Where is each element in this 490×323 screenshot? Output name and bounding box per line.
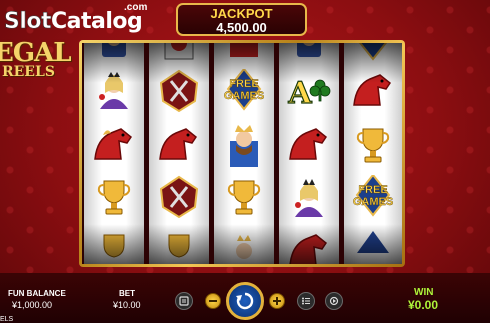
ace-symbol: A xyxy=(279,67,339,115)
logo-line2: REELS xyxy=(2,64,55,80)
reel-1 xyxy=(84,43,144,264)
free-games-symbol xyxy=(344,43,402,65)
fun-balance-label: FUN BALANCE xyxy=(8,289,66,298)
free-games-text-1: FREE xyxy=(229,78,258,90)
king-symbol xyxy=(84,43,144,65)
trophy-symbol xyxy=(84,173,144,221)
king-symbol xyxy=(214,121,274,169)
fun-balance-value: ¥1,000.00 xyxy=(12,300,53,310)
free-games-text-2: GAMES xyxy=(224,90,264,102)
reel-frame: FREE GAMES A FREE GAMES xyxy=(79,40,405,267)
autoplay-icon xyxy=(329,296,339,306)
reel-2 xyxy=(149,43,209,264)
plus-icon xyxy=(273,297,281,305)
jackpot-panel: JACKPOT 4,500.00 xyxy=(176,3,307,36)
autoplay-button[interactable] xyxy=(325,292,343,310)
win-value: ¥0.00 xyxy=(408,298,439,312)
horse-symbol xyxy=(279,227,339,264)
paytable-icon xyxy=(179,296,189,306)
minus-icon xyxy=(209,300,217,302)
trophy-symbol xyxy=(84,227,144,264)
trophy-symbol xyxy=(344,121,402,169)
king-symbol xyxy=(279,43,339,65)
free-games-text-2: GAMES xyxy=(353,196,393,208)
paytable-button[interactable] xyxy=(175,292,193,310)
control-bar: FUN BALANCE ¥1,000.00 BET ¥10.00 WIN ¥0.… xyxy=(0,273,490,323)
jackpot-label: JACKPOT xyxy=(210,6,273,21)
watermark-com: .com xyxy=(124,2,148,13)
free-games-symbol: FREE GAMES xyxy=(344,173,402,221)
jackpot-value: 4,500.00 xyxy=(216,20,267,35)
game-logo: EGAL REELS xyxy=(0,38,71,82)
watermark-slot: Slot xyxy=(4,9,52,35)
spin-icon xyxy=(236,292,254,310)
spin-button[interactable] xyxy=(226,282,264,320)
horse-symbol xyxy=(149,121,209,169)
horse-symbol xyxy=(84,121,144,169)
trophy-symbol xyxy=(149,227,209,264)
bet-value: ¥10.00 xyxy=(113,300,141,310)
footer-reels-text: ELS xyxy=(0,316,14,323)
ace-letter: A xyxy=(287,76,312,111)
menu-icon xyxy=(302,297,310,305)
queen-symbol xyxy=(214,227,274,264)
slotcatalog-watermark: SlotCatalog .com xyxy=(4,2,154,35)
horse-symbol xyxy=(344,67,402,115)
queen-symbol xyxy=(279,173,339,221)
bet-label: BET xyxy=(119,289,135,298)
menu-button[interactable] xyxy=(297,292,315,310)
queen-symbol xyxy=(84,67,144,115)
trophy-symbol xyxy=(214,173,274,221)
queen-card-symbol xyxy=(149,43,209,65)
win-label: WIN xyxy=(414,287,434,298)
free-games-text-1: FREE xyxy=(358,184,387,196)
ace-symbol xyxy=(344,227,402,264)
bet-plus-button[interactable] xyxy=(269,293,285,309)
reel-4: A xyxy=(279,43,339,264)
shield-symbol xyxy=(149,173,209,221)
reel-5: FREE GAMES xyxy=(344,43,402,264)
bet-minus-button[interactable] xyxy=(205,293,221,309)
horse-symbol xyxy=(279,121,339,169)
reel-3: FREE GAMES xyxy=(214,43,274,264)
shield-symbol xyxy=(149,67,209,115)
reel-area: FREE GAMES A FREE GAMES xyxy=(82,43,402,264)
wild-symbol xyxy=(214,43,274,65)
free-games-symbol: FREE GAMES xyxy=(214,67,274,115)
